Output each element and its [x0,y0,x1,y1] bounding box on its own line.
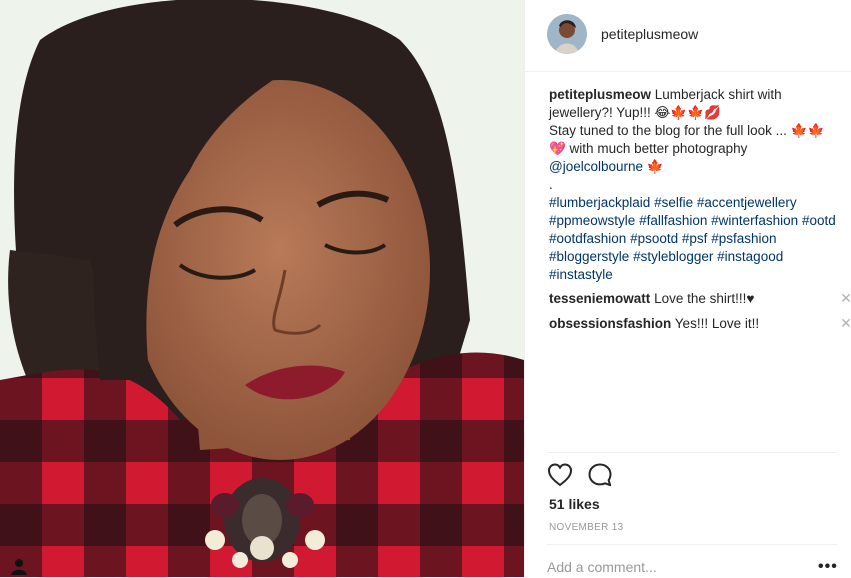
hashtag-link[interactable]: #selfie [654,195,693,210]
caption-username[interactable]: petiteplusmeow [549,87,651,102]
avatar-image [547,14,587,54]
hashtag-link[interactable]: #bloggerstyle [549,249,629,264]
post-details-panel: petiteplusmeow petiteplusmeow Lumberjack… [524,0,851,578]
avatar[interactable] [547,14,587,54]
caption-mention-suffix: 🍁 [643,159,664,174]
post-photo[interactable] [0,0,524,577]
heart-icon[interactable] [547,462,573,488]
comment-item: obsessionsfashion Yes!!! Love it!! ✕ [549,315,851,333]
comment-username[interactable]: obsessionsfashion [549,316,671,331]
caption-dot: . [549,177,553,192]
close-icon[interactable]: ✕ [839,291,851,305]
post-date: NOVEMBER 13 [549,522,624,533]
comment-item: tesseniemowatt Love the shirt!!!♥ ✕ [549,290,851,308]
hashtag-link[interactable]: #psfashion [711,231,776,246]
caption-text-line3: 💖 with much better photography [549,141,748,156]
hashtag-link[interactable]: #psf [682,231,708,246]
selfie-image [0,0,524,577]
caption-text-line2: Stay tuned to the blog for the full look… [549,123,825,138]
hashtag-link[interactable]: #psootd [630,231,678,246]
hashtag-link[interactable]: #ppmeowstyle [549,213,635,228]
hashtag-link[interactable]: #ootdfashion [549,231,626,246]
close-icon[interactable]: ✕ [839,316,851,330]
caption-mention-link[interactable]: @joelcolbourne [549,159,643,174]
hashtag-link[interactable]: #ootd [802,213,836,228]
comment-username[interactable]: tesseniemowatt [549,291,650,306]
tagged-people-icon[interactable] [8,557,30,575]
like-count[interactable]: 51 likes [549,496,600,512]
comment-text: Yes!!! Love it!! [674,316,760,331]
hashtag-link[interactable]: #fallfashion [639,213,707,228]
add-comment-input[interactable] [547,556,797,578]
hashtag-link[interactable]: #winterfashion [711,213,798,228]
post-header: petiteplusmeow [525,0,851,72]
hashtag-link[interactable]: #lumberjackplaid [549,195,650,210]
hashtag-list: #lumberjackplaid #selfie #accentjeweller… [549,194,839,284]
comment-bubble-icon[interactable] [587,462,613,488]
divider [547,544,837,545]
hashtag-link[interactable]: #styleblogger [633,249,713,264]
hashtag-link[interactable]: #instastyle [549,267,613,282]
hashtag-link[interactable]: #accentjewellery [697,195,797,210]
more-options-button[interactable]: ••• [818,559,838,575]
comment-text: Love the shirt!!!♥ [654,291,755,306]
hashtag-link[interactable]: #instagood [717,249,783,264]
header-username[interactable]: petiteplusmeow [601,26,698,42]
post-caption: petiteplusmeow Lumberjack shirt with jew… [549,86,839,284]
divider [547,452,837,453]
